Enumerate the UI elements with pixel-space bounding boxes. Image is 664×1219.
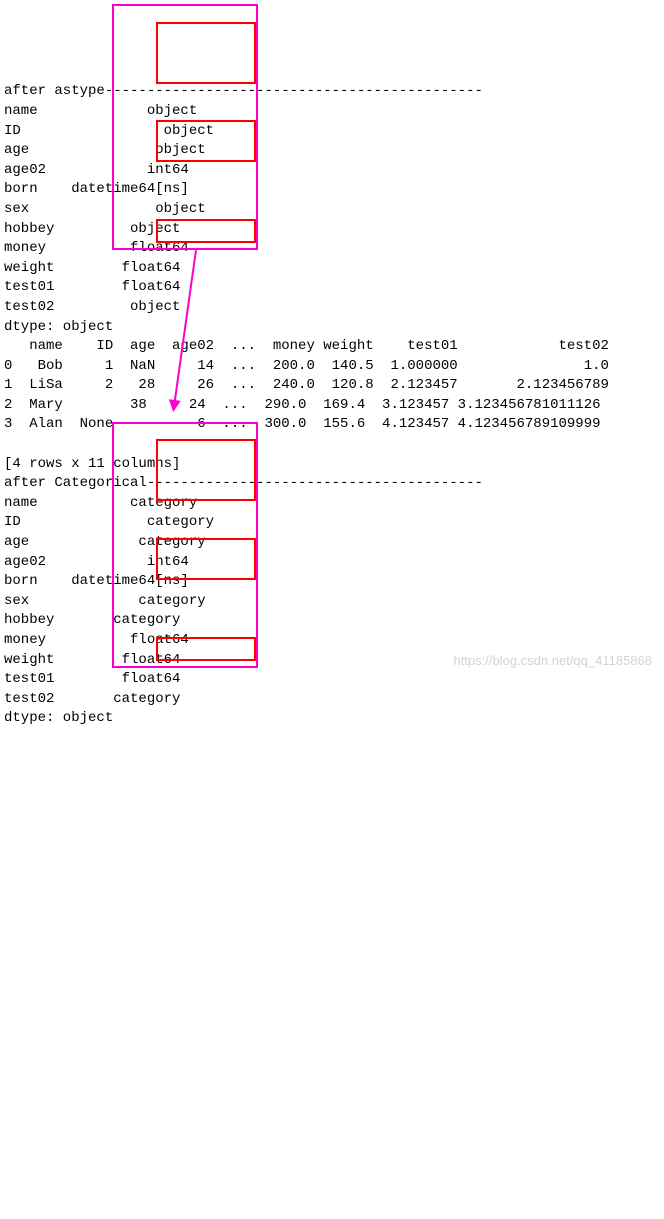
red-box-top-1 (156, 22, 256, 84)
console-output: after astype----------------------------… (4, 82, 664, 729)
